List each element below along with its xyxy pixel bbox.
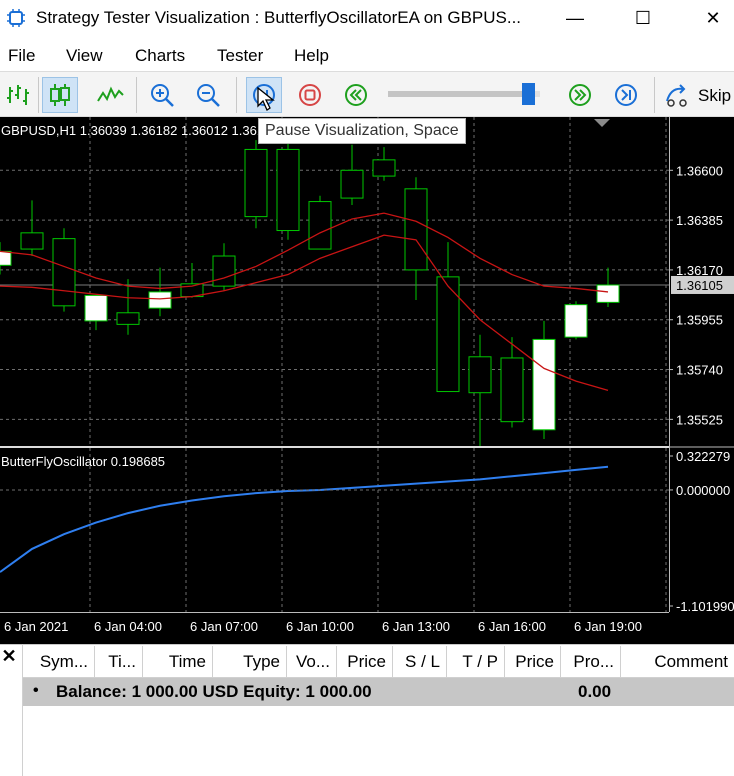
column-header[interactable]: Pro... — [560, 646, 620, 678]
bear-candle — [468, 356, 492, 394]
time-tick-label: 6 Jan 16:00 — [478, 619, 546, 634]
bear-candle — [404, 188, 428, 271]
oscillator-tick-label: 0.322279 — [676, 449, 730, 464]
stop-button[interactable] — [292, 77, 328, 113]
bear-candle — [244, 148, 268, 218]
chart-header: GBPUSD,H1 1.36039 1.36182 1.36012 1.3610… — [1, 123, 279, 138]
minimize-button[interactable]: — — [550, 0, 600, 36]
bear-candle — [116, 312, 140, 325]
time-tick-label: 6 Jan 07:00 — [190, 619, 258, 634]
bar-chart-icon — [7, 85, 29, 105]
line-chart-button[interactable] — [92, 77, 128, 113]
balance-bullet: • — [33, 682, 39, 699]
bear-candle — [52, 238, 76, 307]
column-header[interactable]: T / P — [446, 646, 504, 678]
price-tick-label: 1.35525 — [676, 412, 723, 427]
fast-forward-button[interactable] — [562, 77, 598, 113]
price-tick-label: 1.36170 — [676, 263, 723, 278]
skip-label[interactable]: Skip — [698, 86, 731, 106]
time-tick-label: 6 Jan 04:00 — [94, 619, 162, 634]
bear-candle — [308, 201, 332, 250]
column-header[interactable]: Type — [212, 646, 286, 678]
mouse-cursor-icon — [257, 86, 275, 111]
speed-slider-fill — [388, 91, 528, 97]
column-header[interactable]: Price — [504, 646, 560, 678]
bull-candle — [0, 250, 12, 266]
menu-charts[interactable]: Charts — [135, 46, 185, 66]
close-panel-button[interactable]: ✕ — [0, 646, 18, 670]
balance-profit: 0.00 — [578, 682, 612, 701]
bear-candle — [340, 169, 364, 199]
tester-window: Strategy Tester Visualization : Butterfl… — [0, 0, 734, 776]
bull-candle — [564, 304, 588, 338]
bear-candle — [500, 357, 524, 423]
time-tick-label: 6 Jan 2021 — [4, 619, 68, 634]
column-header[interactable]: Time — [142, 646, 212, 678]
bull-candle — [596, 284, 620, 303]
step-forward-button[interactable] — [608, 77, 644, 113]
close-button[interactable]: ✕ — [688, 0, 734, 36]
time-tick-label: 6 Jan 19:00 — [574, 619, 642, 634]
bear-candle — [276, 148, 300, 232]
bear-candle — [372, 159, 396, 177]
current-price-label: 1.36105 — [676, 278, 723, 293]
column-header[interactable]: Vo... — [286, 646, 336, 678]
chip-icon — [7, 9, 25, 27]
price-tick-label: 1.35740 — [676, 363, 723, 378]
oscillator-tick-label: 0.000000 — [676, 483, 730, 498]
candlestick-icon — [50, 84, 70, 106]
balance-equity-text: Balance: 1 000.00 USD Equity: 1 000.00 — [56, 682, 372, 701]
price-chart[interactable]: 1.36600 1.36385 1.36170 1.35955 1.35740 1.355… — [0, 117, 734, 644]
zoom-in-button[interactable] — [144, 77, 180, 113]
price-tick-label: 1.36385 — [676, 213, 723, 228]
toolbar-separator — [38, 77, 39, 113]
candlestick-button[interactable] — [42, 77, 78, 113]
bull-candle — [532, 338, 556, 431]
menu-file[interactable]: File — [8, 46, 35, 66]
step-forward-icon — [615, 84, 637, 106]
menu-tester[interactable]: Tester — [217, 46, 263, 66]
indicator-label: ButterFlyOscillator 0.198685 — [1, 454, 165, 469]
rewind-icon — [345, 84, 367, 106]
skip-button[interactable] — [660, 77, 696, 113]
window-title: Strategy Tester Visualization : Butterfl… — [36, 8, 522, 27]
pause-tooltip: Pause Visualization, Space — [258, 118, 466, 144]
line-chart-icon — [97, 86, 124, 102]
main-pane — [0, 117, 669, 446]
toolbar-separator — [654, 77, 655, 113]
zoom-in-icon — [151, 84, 174, 107]
toolbar-separator — [236, 77, 237, 113]
skip-icon — [666, 84, 687, 107]
menu-bar: File View Charts Tester Help — [0, 40, 734, 70]
zoom-out-icon — [197, 84, 220, 107]
bull-candle — [148, 291, 172, 309]
price-tick-label: 1.36600 — [676, 163, 723, 178]
column-header[interactable]: Comment — [620, 646, 734, 678]
column-header[interactable]: Sym... — [22, 646, 94, 678]
time-tick-label: 6 Jan 13:00 — [382, 619, 450, 634]
oscillator-pane — [0, 448, 669, 612]
bear-candle — [212, 255, 236, 287]
fast-forward-icon — [569, 84, 591, 106]
speed-slider-thumb[interactable] — [521, 83, 535, 105]
column-header[interactable]: Price — [336, 646, 392, 678]
price-tick-label: 1.35955 — [676, 313, 723, 328]
bear-candle — [20, 232, 44, 250]
bar-chart-button[interactable] — [0, 77, 36, 113]
column-header[interactable]: Ti... — [94, 646, 142, 678]
maximize-button[interactable]: ☐ — [618, 0, 668, 36]
menu-help[interactable]: Help — [294, 46, 329, 66]
oscillator-tick-label: -1.101990 — [676, 599, 734, 614]
title-bar: Strategy Tester Visualization : Butterfl… — [0, 0, 734, 38]
column-header[interactable]: S / L — [392, 646, 446, 678]
bull-candle — [84, 294, 108, 322]
time-tick-label: 6 Jan 10:00 — [286, 619, 354, 634]
stop-icon — [299, 84, 321, 106]
zoom-out-button[interactable] — [190, 77, 226, 113]
menu-view[interactable]: View — [66, 46, 103, 66]
rewind-button[interactable] — [338, 77, 374, 113]
toolbar — [0, 71, 734, 117]
toolbar-separator — [136, 77, 137, 113]
